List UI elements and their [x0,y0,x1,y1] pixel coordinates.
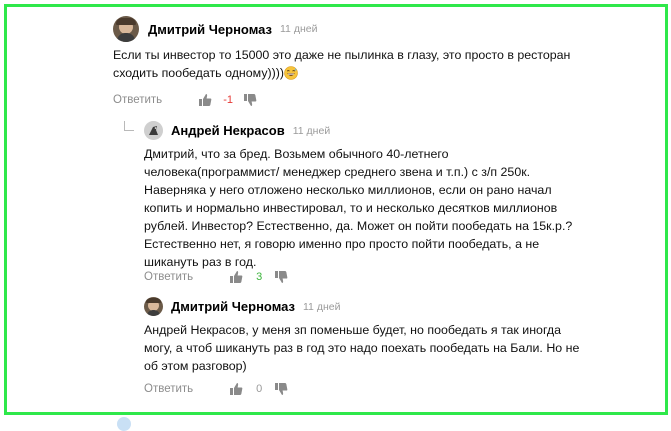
thumbs-down-icon[interactable] [274,270,288,284]
comment-text-line: Дмитрий, что за бред. Возьмем обычного 4… [144,147,449,161]
reply-branch-line [124,121,134,131]
thumbs-up-icon[interactable] [229,382,243,396]
comment-text-line: об этом разговор) [144,359,247,373]
bird-avatar-icon [144,121,163,140]
thumbs-up-icon[interactable] [229,270,243,284]
comment-text-line: Если ты инвестор то 15000 это даже не пы… [113,48,571,62]
comment-text-line: человека(программист/ менеджер среднего … [144,165,531,179]
author-name[interactable]: Андрей Некрасов [171,123,285,138]
author-avatar[interactable] [113,16,139,42]
thumbs-down-icon[interactable] [243,93,257,107]
author-avatar[interactable] [144,121,163,140]
comment-time: 11 дней [280,23,318,35]
partial-avatar [117,417,131,431]
comment-text-line: могу, а чтоб шикануть раз в год это надо… [144,341,580,355]
comment-text-line: Наверняка у него отложено несколько милл… [144,183,552,197]
rating-count: 0 [256,383,263,395]
comment-text: Если ты инвестор то 15000 это даже не пы… [113,46,643,85]
reply-button[interactable]: Ответить [113,94,162,106]
author-name[interactable]: Дмитрий Черномаз [148,22,272,37]
comment-text: Андрей Некрасов, у меня зп поменьше буде… [144,321,644,375]
comment-text-line: сходить пообедать одному)))) [113,64,643,85]
comment-text-line: копить и нормально инвестировал, то и не… [144,201,558,215]
author-avatar[interactable] [144,297,163,316]
comment-time: 11 дней [292,124,331,137]
rating-count: -1 [223,94,234,106]
comment-text-line: Андрей Некрасов, у меня зп поменьше буде… [144,323,562,337]
author-name[interactable]: Дмитрий Черномаз [171,299,295,314]
reply-button[interactable]: Ответить [144,383,193,395]
thumbs-up-icon[interactable] [198,93,212,107]
rating-count: 3 [256,271,263,283]
reply-button[interactable]: Ответить [144,271,193,283]
thumbs-down-icon[interactable] [274,382,288,396]
comment-text: Дмитрий, что за бред. Возьмем обычного 4… [144,145,644,271]
comment-text-line: Естественно нет, я говорю именно про про… [144,237,540,251]
grinning-sweat-emoji-icon [284,66,298,85]
comment-text-line: рублей. Инвестор? Естественно, да. Может… [144,219,573,233]
comment-time: 11 дней [303,300,341,313]
